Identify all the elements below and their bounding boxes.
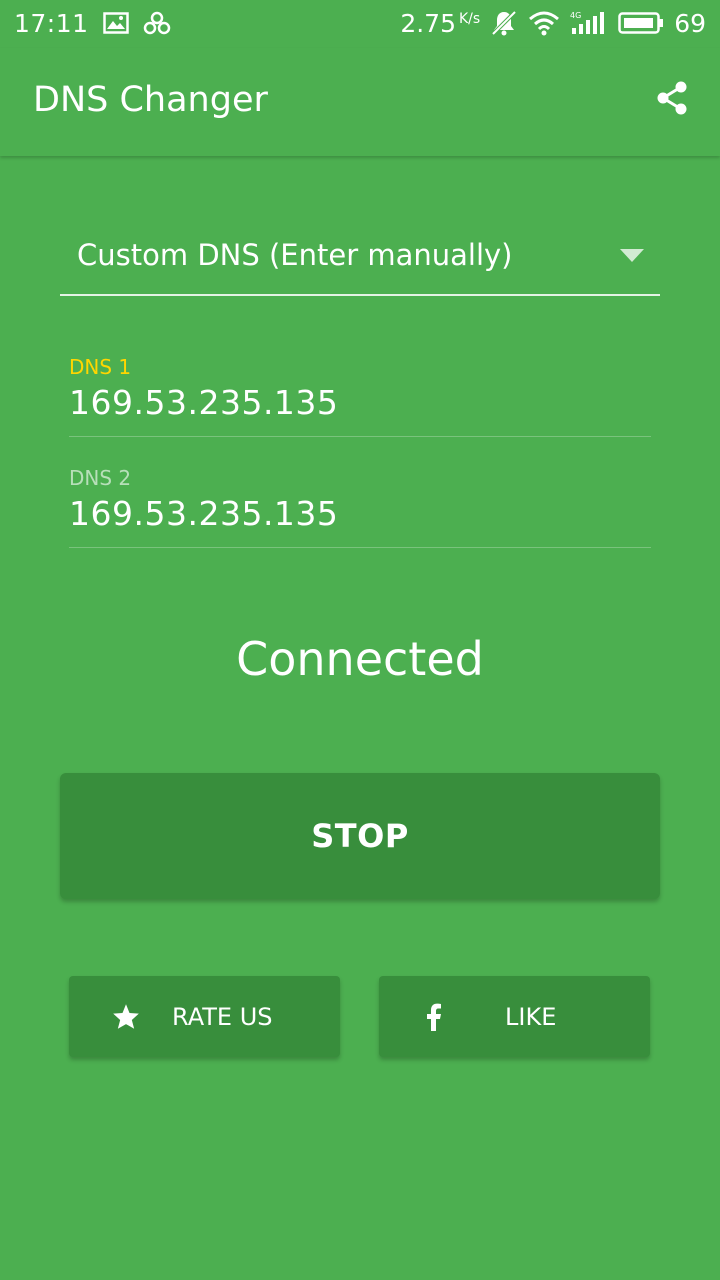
cellular-4g-signal-icon: 4G [570, 10, 608, 36]
facebook-icon [426, 1003, 442, 1037]
like-button[interactable]: LIKE [379, 976, 650, 1057]
status-right-group: 2.75 K/s 4G 69 [400, 6, 706, 40]
dns-provider-selected: Custom DNS (Enter manually) [77, 238, 513, 272]
stop-button[interactable]: STOP [60, 773, 660, 899]
dns2-label: DNS 2 [69, 466, 132, 490]
status-bar: 17:11 2.75 K/s 4G 69 [0, 0, 720, 48]
notifications-off-icon [490, 9, 518, 37]
star-icon [112, 1003, 140, 1036]
dns1-label: DNS 1 [69, 355, 132, 379]
dns-provider-dropdown[interactable]: Custom DNS (Enter manually) [60, 222, 660, 296]
battery-icon [618, 11, 664, 35]
dropdown-arrow-icon [620, 248, 644, 267]
network-speed: 2.75 K/s [400, 9, 480, 38]
svg-text:4G: 4G [570, 11, 581, 20]
dns2-input[interactable]: 169.53.235.135 [69, 494, 651, 545]
rate-us-label: RATE US [172, 1003, 273, 1031]
dns1-field[interactable]: DNS 1 169.53.235.135 [69, 355, 651, 437]
share-icon [655, 80, 689, 120]
dns1-input[interactable]: 169.53.235.135 [69, 383, 651, 434]
network-speed-value: 2.75 [400, 8, 456, 38]
rate-us-button[interactable]: RATE US [69, 976, 340, 1057]
dns2-field[interactable]: DNS 2 169.53.235.135 [69, 466, 651, 548]
like-label: LIKE [505, 1003, 557, 1031]
app-bar: DNS Changer [0, 48, 720, 156]
status-time: 17:11 [14, 8, 89, 38]
connection-status: Connected [236, 632, 484, 686]
image-notification-icon [102, 12, 129, 34]
battery-percentage: 69 [674, 8, 706, 38]
status-left-group: 17:11 [14, 6, 171, 40]
network-speed-unit: K/s [458, 10, 481, 27]
wifi-icon [528, 10, 560, 36]
app-title: DNS Changer [33, 80, 268, 120]
clover-notification-icon [143, 11, 171, 35]
share-button[interactable] [650, 78, 694, 122]
